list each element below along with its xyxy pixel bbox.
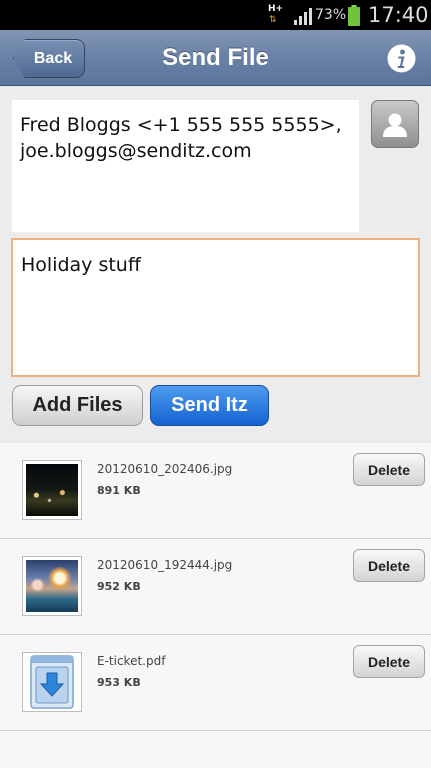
data-activity-icon: ⇅ [269, 15, 277, 25]
photo-pool [26, 560, 78, 612]
delete-button[interactable]: Delete [353, 645, 425, 678]
list-item: 20120610_192444.jpg 952 KB Delete [0, 539, 431, 635]
file-size: 952 KB [97, 580, 141, 593]
add-files-button[interactable]: Add Files [12, 385, 143, 426]
file-name: 20120610_202406.jpg [97, 462, 233, 476]
delete-button[interactable]: Delete [353, 549, 425, 582]
photo-night [26, 464, 78, 516]
file-thumbnail [22, 460, 82, 520]
pdf-download-icon [26, 655, 78, 709]
send-button[interactable]: Send Itz [150, 385, 269, 426]
message-field[interactable]: Holiday stuff [11, 238, 420, 377]
file-size: 953 KB [97, 676, 141, 689]
list-item: E-ticket.pdf 953 KB Delete [0, 635, 431, 731]
header-bar: Send File Back [0, 30, 431, 86]
file-thumbnail [22, 652, 82, 712]
battery-percent: 73% [315, 7, 347, 23]
network-type: H+ [268, 4, 284, 14]
network-indicator: H+ ⇅ [268, 3, 284, 27]
file-size: 891 KB [97, 484, 141, 497]
recipients-field[interactable]: Fred Bloggs <+1 555 555 5555>, joe.blogg… [12, 100, 359, 232]
contact-picker-button[interactable] [371, 100, 419, 148]
file-list: 20120610_202406.jpg 891 KB Delete 201206… [0, 443, 431, 768]
clock: 17:40 [368, 3, 429, 27]
back-button[interactable]: Back [13, 39, 85, 78]
signal-icon [294, 8, 312, 25]
file-name: 20120610_192444.jpg [97, 558, 233, 572]
file-thumbnail [22, 556, 82, 616]
battery-icon [348, 5, 360, 26]
contact-icon [383, 113, 407, 137]
delete-button[interactable]: Delete [353, 453, 425, 486]
file-name: E-ticket.pdf [97, 654, 166, 668]
status-bar: H+ ⇅ 73% 17:40 [0, 0, 431, 30]
list-item: 20120610_202406.jpg 891 KB Delete [0, 443, 431, 539]
info-icon[interactable] [387, 44, 416, 73]
